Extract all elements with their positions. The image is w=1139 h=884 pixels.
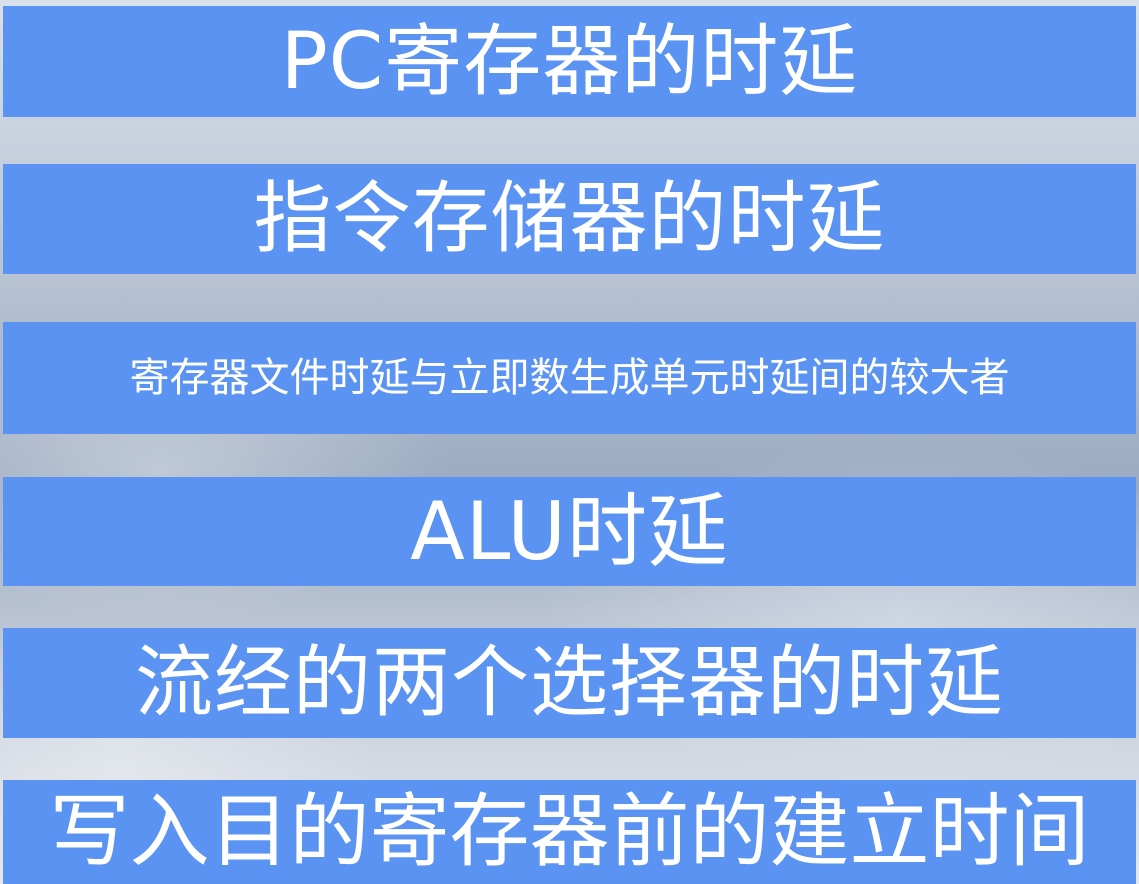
- delay-item-label: 寄存器文件时延与立即数生成单元时延间的较大者: [129, 355, 1010, 401]
- delay-item-label: ALU时延: [410, 484, 729, 578]
- delay-item-label: 写入目的寄存器前的建立时间: [49, 785, 1090, 878]
- delay-item-register-file-or-immgen: 寄存器文件时延与立即数生成单元时延间的较大者: [3, 322, 1136, 434]
- background: [0, 0, 1139, 884]
- delay-item-label: 指令存储器的时延: [253, 174, 886, 264]
- delay-item-pc-register: PC寄存器的时延: [3, 6, 1136, 117]
- delay-item-two-muxes: 流经的两个选择器的时延: [3, 628, 1136, 738]
- delay-item-setup-time: 写入目的寄存器前的建立时间: [3, 780, 1136, 884]
- delay-item-alu: ALU时延: [3, 477, 1136, 586]
- delay-item-label: PC寄存器的时延: [280, 16, 859, 107]
- delay-item-label: 流经的两个选择器的时延: [134, 638, 1004, 728]
- delay-item-instruction-memory: 指令存储器的时延: [3, 164, 1136, 274]
